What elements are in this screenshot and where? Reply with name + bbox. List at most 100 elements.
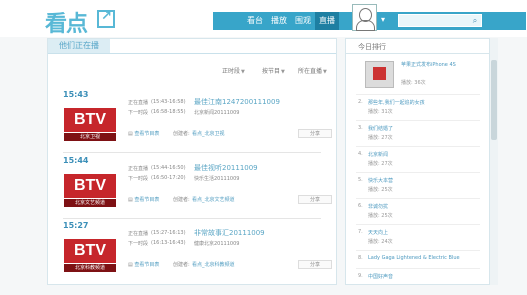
channel-name: 北京卫视 [64, 133, 116, 141]
schedule-icon: ▤ [128, 131, 133, 137]
schedule-link[interactable]: ▤ 查看节目表 [128, 261, 159, 268]
next-label: 下一时段 [128, 110, 149, 116]
ranking-title-divider [346, 53, 489, 54]
now-time: (15:44-16:50) [151, 165, 186, 171]
ranking-item[interactable]: 5. 快乐大本营 播放: 25次 [346, 177, 489, 199]
schedule-label: 查看节目表 [134, 131, 160, 137]
logo[interactable]: 看点 ↗ [45, 6, 117, 37]
ranking-item-title[interactable]: 快乐大本营 [368, 177, 393, 184]
schedule-label: 查看节目表 [134, 262, 160, 268]
next-program: 快乐生活20111009 [194, 176, 240, 182]
channel-logo[interactable]: BTV 北京科教频道 [64, 233, 116, 273]
channel-name: 北京文艺频道 [64, 199, 116, 207]
schedule-link[interactable]: ▤ 查看节目表 [128, 196, 159, 203]
ranking-item[interactable]: 6. 非诚勿扰 播放: 25次 [346, 203, 489, 225]
ranking-item-title[interactable]: Lady Gaga Lightened & Electric Blue [368, 255, 460, 261]
ranking-divider [356, 198, 480, 199]
logo-text: 看点 [45, 11, 88, 37]
scrollbar-thumb[interactable] [491, 60, 497, 140]
live-list-panel: 他们正在播 正时段▼ 按节目▼ 所在直播▼ 15:43 BTV 北京卫视 正在直… [47, 38, 337, 285]
now-label: 正在直播 [128, 166, 149, 172]
now-program-link[interactable]: 非常故事汇20111009 [194, 228, 265, 238]
now-program-link[interactable]: 最佳江南1247200111009 [194, 97, 280, 107]
nav-weiguan[interactable]: 围观 [291, 12, 315, 30]
filter-program[interactable]: 按节目▼ [262, 66, 285, 75]
filter-program-label: 按节目 [262, 68, 281, 75]
channel-name: 北京科教频道 [64, 264, 116, 272]
creator-link[interactable]: 看点_北京文艺频道 [192, 196, 235, 203]
schedule-icon: ▤ [128, 262, 133, 268]
now-label: 正在直播 [128, 231, 149, 237]
ranking-item[interactable]: 9. 中国好声音 [346, 273, 489, 295]
tab-watching-now[interactable]: 他们正在播 [48, 39, 110, 53]
entry-time: 15:44 [63, 156, 89, 165]
avatar[interactable] [352, 4, 377, 31]
ranking-item-title[interactable]: 那些年,我们一起追的女孩 [368, 99, 425, 106]
ranking-item-title[interactable]: 北京新闻 [368, 151, 388, 158]
schedule-label: 查看节目表 [134, 197, 160, 203]
ranking-number: 3. [358, 125, 363, 131]
schedule-link[interactable]: ▤ 查看节目表 [128, 130, 159, 137]
channel-logo[interactable]: BTV 北京卫视 [64, 102, 116, 142]
next-label: 下一时段 [128, 176, 149, 182]
nav-zhibo[interactable]: 直播 [315, 12, 339, 30]
avatar-body-icon [356, 20, 375, 31]
entry-divider [63, 218, 321, 219]
ranking-divider [356, 250, 480, 251]
ranking-divider [356, 120, 480, 121]
ranking-item-title[interactable]: 天天向上 [368, 229, 388, 236]
next-label: 下一时段 [128, 241, 149, 247]
ranking-item[interactable]: 3. 我们结婚了 播放: 27次 [346, 125, 489, 147]
entry-time: 15:43 [63, 90, 89, 99]
ranking-number: 4. [358, 151, 363, 157]
channel-logo[interactable]: BTV 北京文艺频道 [64, 168, 116, 208]
ranking-divider [356, 224, 480, 225]
ranking-item-title[interactable]: 非诚勿扰 [368, 203, 388, 210]
ranking-item-title[interactable]: 中国好声音 [368, 273, 393, 280]
creator-link[interactable]: 看点_北京科教频道 [192, 261, 235, 268]
ranking-divider [356, 94, 480, 95]
ranking-number: 8. [358, 255, 363, 261]
live-entry: 15:43 BTV 北京卫视 正在直播 (15:43-16:58) 最佳江南12… [48, 90, 336, 152]
btv-logo: BTV [64, 108, 116, 132]
now-time: (15:27-16:13) [151, 230, 186, 236]
tab-divider [48, 53, 336, 54]
share-button[interactable]: 分享 [298, 129, 332, 138]
ranking-item-title[interactable]: 我们结婚了 [368, 125, 393, 132]
filter-time-label: 正时段 [222, 68, 241, 75]
search-icon[interactable]: ⌕ [470, 15, 480, 26]
user-menu-icon[interactable]: ▾ [381, 15, 385, 24]
nav-kantai[interactable]: 看台 [243, 12, 267, 30]
now-time: (15:43-16:58) [151, 99, 186, 105]
ranking-item-plays: 播放: 27次 [368, 135, 393, 141]
ranking-item[interactable]: 7. 天天向上 播放: 24次 [346, 229, 489, 251]
now-program-link[interactable]: 最佳视听20111009 [194, 163, 258, 173]
next-program: 北京新闻20111009 [194, 110, 240, 116]
ranking-item-plays: 播放: 31次 [368, 109, 393, 115]
share-button[interactable]: 分享 [298, 260, 332, 269]
nav-bofang[interactable]: 播放 [267, 12, 291, 30]
ranking-item[interactable]: 4. 北京新闻 播放: 27次 [346, 151, 489, 173]
next-time: (16:58-18:55) [151, 109, 186, 115]
ranking-divider [356, 172, 480, 173]
filter-time[interactable]: 正时段▼ [222, 66, 245, 75]
ranking-item[interactable]: 苹果正式发布iPhone 4S 播放: 36次 [346, 61, 489, 86]
ranking-number: 7. [358, 229, 363, 235]
next-time: (16:50-17:20) [151, 175, 186, 181]
ranking-item-title[interactable]: 苹果正式发布iPhone 4S [401, 61, 456, 68]
live-entry: 15:27 BTV 北京科教频道 正在直播 (15:27-16:13) 非常故事… [48, 221, 336, 283]
live-entry: 15:44 BTV 北京文艺频道 正在直播 (15:44-16:50) 最佳视听… [48, 156, 336, 218]
creator-link[interactable]: 看点_北京卫视 [192, 130, 225, 137]
share-button[interactable]: 分享 [298, 195, 332, 204]
ranking-divider [356, 268, 480, 269]
ranking-item[interactable]: 2. 那些年,我们一起追的女孩 播放: 31次 [346, 99, 489, 121]
btv-logo: BTV [64, 174, 116, 198]
btv-logo: BTV [64, 239, 116, 263]
filter-live[interactable]: 所在直播▼ [298, 66, 327, 75]
chevron-down-icon: ▼ [281, 69, 285, 75]
creator-label: 创建者: [173, 262, 190, 268]
ranking-title: 今日排行 [358, 43, 386, 51]
next-time: (16:13-16:43) [151, 240, 186, 246]
logo-arrow-icon: ↗ [101, 9, 112, 24]
ranking-number: 9. [358, 273, 363, 279]
